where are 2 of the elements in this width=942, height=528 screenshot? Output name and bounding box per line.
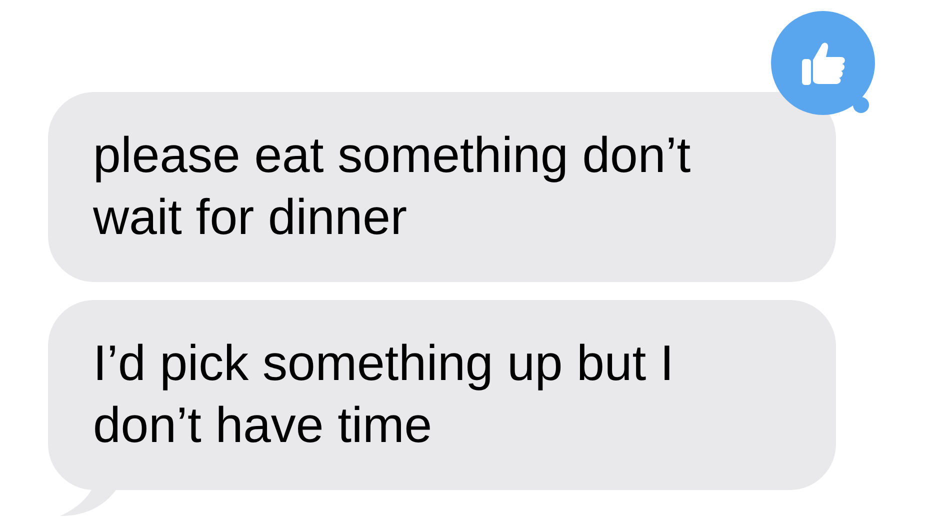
message-bubble: please eat something don’t wait for dinner: [48, 92, 836, 282]
message-bubble: I’d pick something up but I don’t have time: [48, 300, 836, 490]
